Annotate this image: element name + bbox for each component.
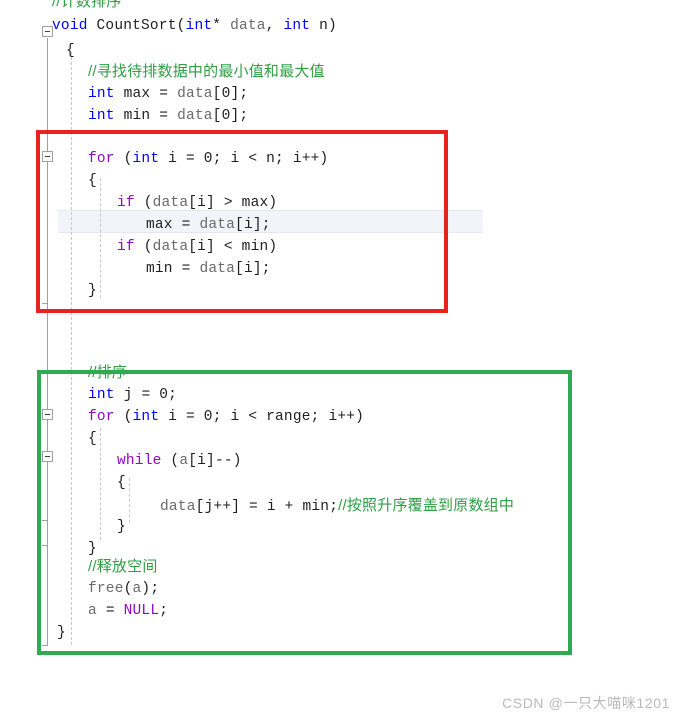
code-line[interactable]: //寻找待排数据中的最小值和最大值 bbox=[0, 59, 684, 84]
annotation-box-green-sorting bbox=[37, 370, 572, 655]
code-line[interactable]: int min = data[0]; bbox=[0, 104, 684, 129]
csdn-watermark: CSDN @一只大喵咪1201 bbox=[502, 695, 670, 711]
annotation-box-red-find-min-max bbox=[36, 130, 448, 313]
code-line[interactable]: //计数排序 bbox=[0, 0, 684, 14]
code-line-signature: void CountSort(int* data, int n) bbox=[52, 18, 337, 34]
code-line[interactable]: void CountSort(int* data, int n) bbox=[0, 14, 684, 39]
comment-find-min-max: //寻找待排数据中的最小值和最大值 bbox=[88, 63, 325, 80]
comment-count-sort: //计数排序 bbox=[52, 0, 122, 10]
code-editor-surface[interactable]: //计数排序 void CountSort(int* data, int n) … bbox=[0, 0, 684, 724]
